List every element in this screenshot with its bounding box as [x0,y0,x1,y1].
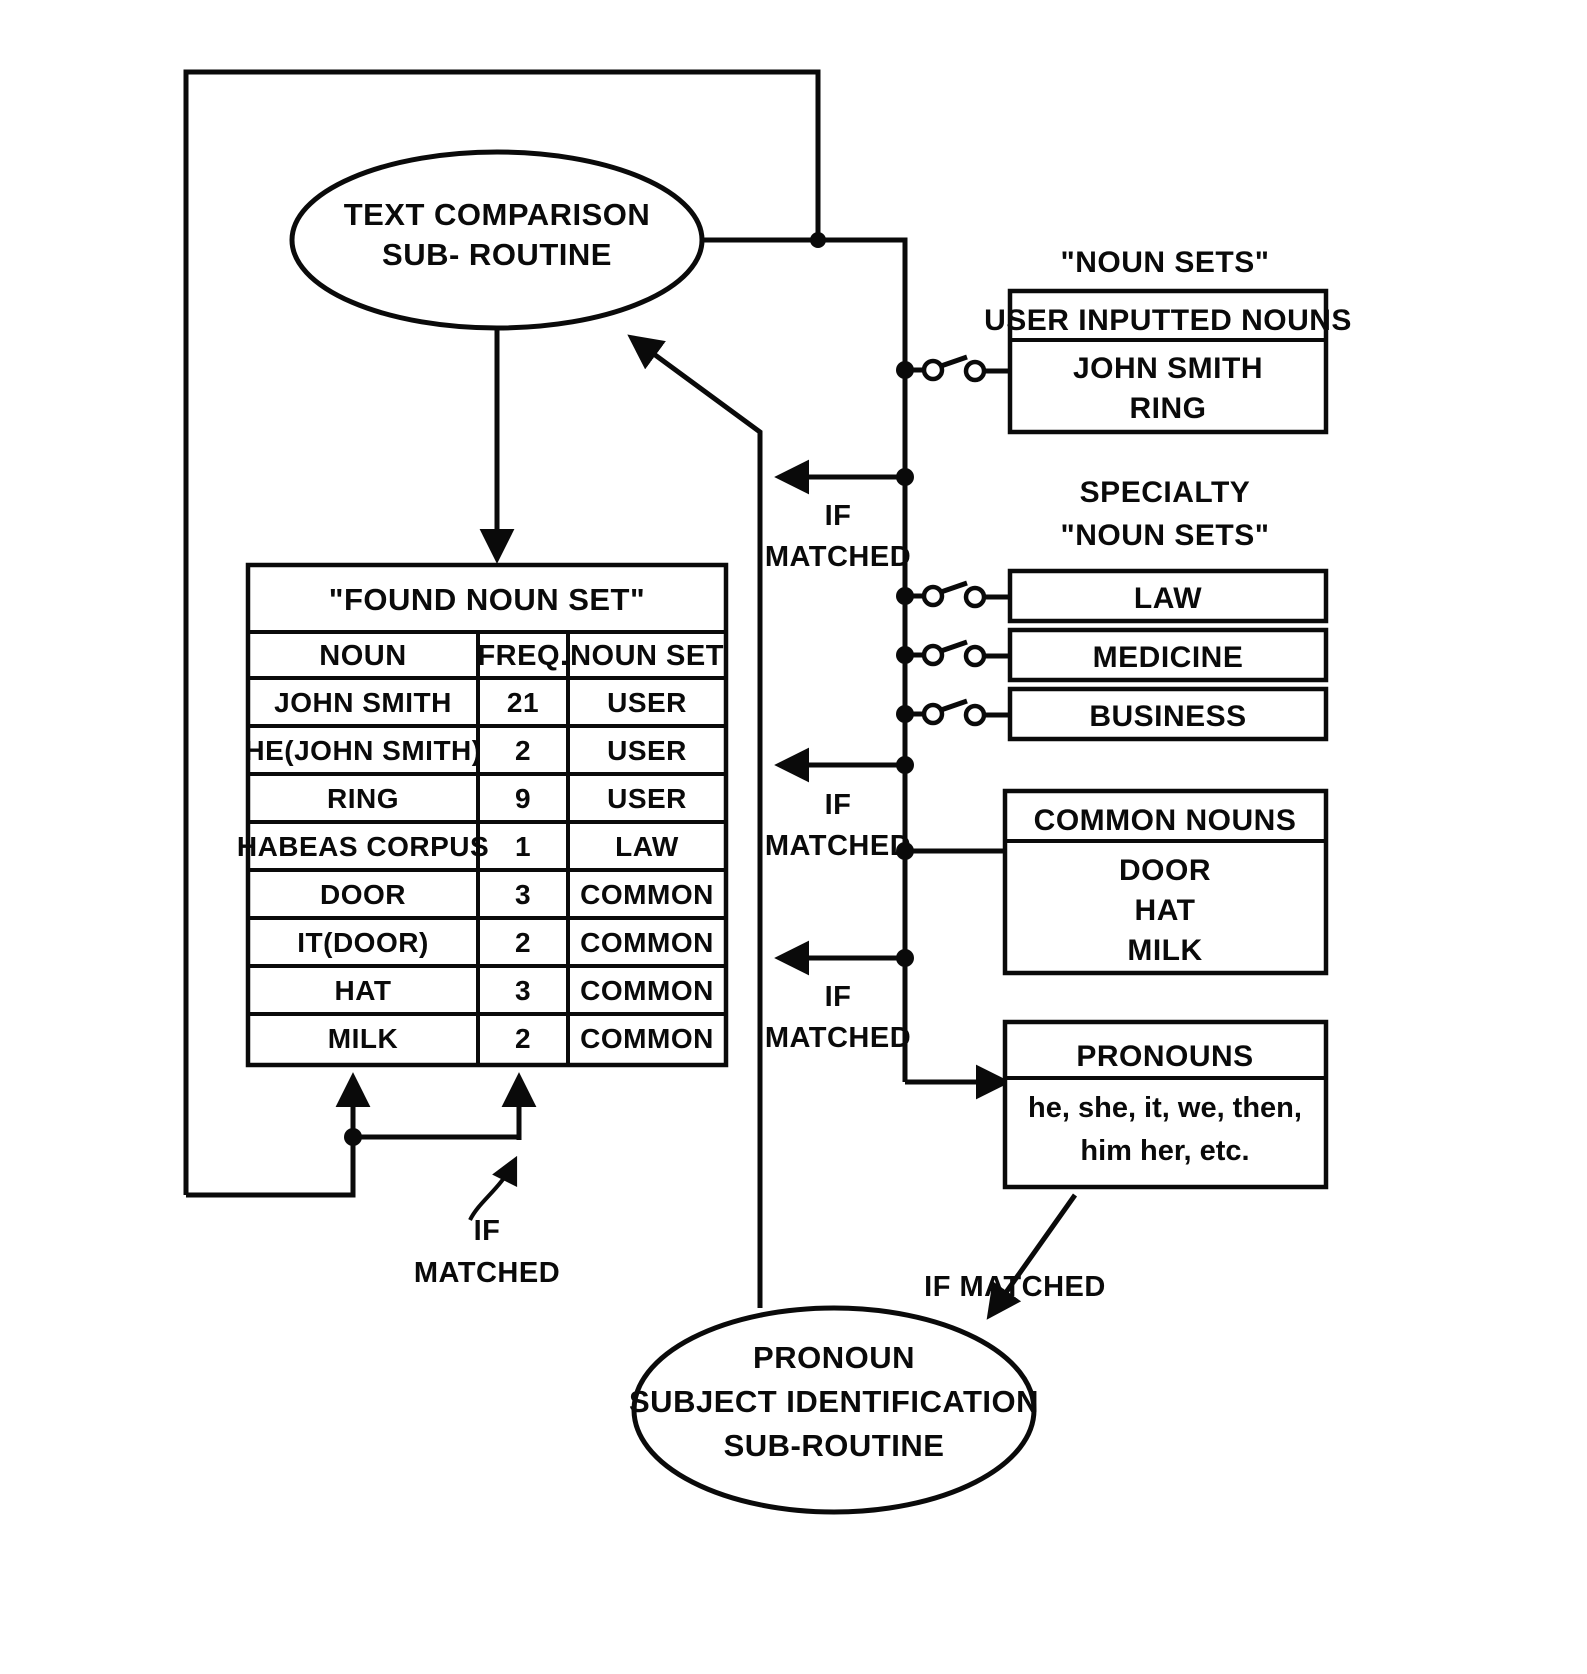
cell-freq: 21 [507,687,539,718]
caption-specialty-line1: SPECIALTY [1080,476,1251,509]
medicine-label: MEDICINE [1093,641,1244,674]
ellipse-to-bus-connector [700,232,908,1082]
cell-set: USER [607,735,687,766]
switch-terminal-right[interactable] [963,703,987,727]
cell-freq: 3 [515,975,531,1006]
table-row: DOOR 3 COMMON [320,879,714,910]
box-pronouns[interactable]: PRONOUNS he, she, it, we, then, him her,… [1002,1019,1329,1190]
found-noun-set-title: "FOUND NOUN SET" [329,582,645,617]
if-matched-label-table: IF MATCHED [414,1215,560,1289]
box-business[interactable]: BUSINESS [1007,686,1329,742]
cell-noun: DOOR [320,879,406,910]
business-label: BUSINESS [1089,700,1246,733]
switch-terminal-left[interactable] [921,584,945,608]
junction-dot-bus-3 [896,949,914,967]
cell-freq: 2 [515,927,531,958]
box-common-nouns[interactable]: COMMON NOUNS DOOR HAT MILK [1002,788,1329,976]
common-noun-item: MILK [1127,934,1202,967]
switch-terminal-right[interactable] [963,585,987,609]
text-comparison-subroutine-node[interactable]: TEXT COMPARISON SUB- ROUTINE [289,149,705,331]
cell-noun: RING [327,783,399,814]
cell-set: COMMON [580,1023,714,1054]
if-matched-pronoun-label: IF MATCHED [924,1271,1106,1303]
cell-set: COMMON [580,927,714,958]
box-user-inputted-nouns[interactable]: USER INPUTTED NOUNS JOHN SMITH RING [984,288,1352,435]
cell-set: LAW [615,831,679,862]
switch-law[interactable] [896,580,1010,609]
patent-flowchart-figure: TEXT COMPARISON SUB- ROUTINE "FOUND NOUN… [0,0,1587,1674]
cell-set: COMMON [580,879,714,910]
switch-user-inputted-nouns[interactable] [896,354,1010,383]
if-matched-2-line1: IF [825,789,852,821]
if-matched-table-line1: IF [474,1215,501,1247]
switch-terminal-left[interactable] [921,702,945,726]
if-matched-2-line2: MATCHED [765,830,911,862]
common-noun-item: DOOR [1119,854,1211,887]
if-matched-label-2: IF MATCHED [765,789,911,862]
if-matched-label-1: IF MATCHED [765,500,911,573]
table-col-header-freq: FREQ. [477,640,568,672]
cell-noun: MILK [328,1023,398,1054]
pronouns-line2: him her, etc. [1080,1135,1249,1167]
if-matched-3-line2: MATCHED [765,1022,911,1054]
table-row: MILK 2 COMMON [328,1023,714,1054]
table-return-arrows [186,1072,537,1221]
pronoun-subroutine-line3: SUB-ROUTINE [724,1428,945,1463]
text-comparison-line1: TEXT COMPARISON [344,197,651,232]
if-matched-label-3: IF MATCHED [765,981,911,1054]
cell-freq: 1 [515,831,531,862]
junction-dot-table-return [344,1128,362,1146]
switch-medicine[interactable] [896,639,1010,668]
switch-terminal-right[interactable] [963,359,987,383]
table-row: HE(JOHN SMITH) 2 USER [244,735,687,766]
table-row: HAT 3 COMMON [335,975,714,1006]
cell-noun: HE(JOHN SMITH) [244,735,481,766]
caption-specialty-line2: "NOUN SETS" [1061,519,1270,552]
cell-noun: HABEAS CORPUS [237,831,489,862]
cell-set: USER [607,783,687,814]
box-law[interactable]: LAW [1007,568,1329,624]
pronoun-subroutine-line2: SUBJECT IDENTIFICATION [629,1384,1039,1419]
switch-terminal-left[interactable] [921,358,945,382]
if-matched-table-line2: MATCHED [414,1257,560,1289]
flowchart-canvas: TEXT COMPARISON SUB- ROUTINE "FOUND NOUN… [183,69,1352,1515]
pronouns-header: PRONOUNS [1076,1040,1253,1073]
if-matched-1-line1: IF [825,500,852,532]
user-inputted-noun-item: JOHN SMITH [1073,352,1263,385]
table-col-header-noun: NOUN [319,640,406,672]
junction-dot-bus-2 [896,756,914,774]
junction-dot-bus-1 [896,468,914,486]
cell-noun: IT(DOOR) [297,927,429,958]
switch-terminal-left[interactable] [921,643,945,667]
user-inputted-noun-item: RING [1130,392,1207,425]
user-inputted-nouns-header: USER INPUTTED NOUNS [984,304,1352,337]
text-comparison-line2: SUB- ROUTINE [382,237,612,272]
common-noun-item: HAT [1135,894,1196,927]
pronouns-line1: he, she, it, we, then, [1028,1092,1302,1124]
law-label: LAW [1134,582,1202,615]
cell-set: USER [607,687,687,718]
cell-set: COMMON [580,975,714,1006]
found-noun-set-table: "FOUND NOUN SET" NOUN FREQ. NOUN SET JOH… [237,562,729,1068]
cell-freq: 3 [515,879,531,910]
switch-business[interactable] [896,698,1010,727]
if-matched-1-line2: MATCHED [765,541,911,573]
cell-noun: JOHN SMITH [274,687,452,718]
pronoun-subject-identification-node[interactable]: PRONOUN SUBJECT IDENTIFICATION SUB-ROUTI… [629,1305,1039,1515]
if-matched-3-line1: IF [825,981,852,1013]
link-common-nouns [896,842,1005,860]
table-col-header-noun-set: NOUN SET [570,640,724,672]
common-nouns-header: COMMON NOUNS [1034,804,1297,837]
caption-noun-sets: "NOUN SETS" [1061,246,1270,279]
cell-freq: 2 [515,735,531,766]
cell-freq: 2 [515,1023,531,1054]
switch-terminal-right[interactable] [963,644,987,668]
junction-dot-top [810,232,826,248]
box-medicine[interactable]: MEDICINE [1007,627,1329,683]
cell-freq: 9 [515,783,531,814]
pronoun-subroutine-line1: PRONOUN [753,1340,915,1375]
cell-noun: HAT [335,975,392,1006]
